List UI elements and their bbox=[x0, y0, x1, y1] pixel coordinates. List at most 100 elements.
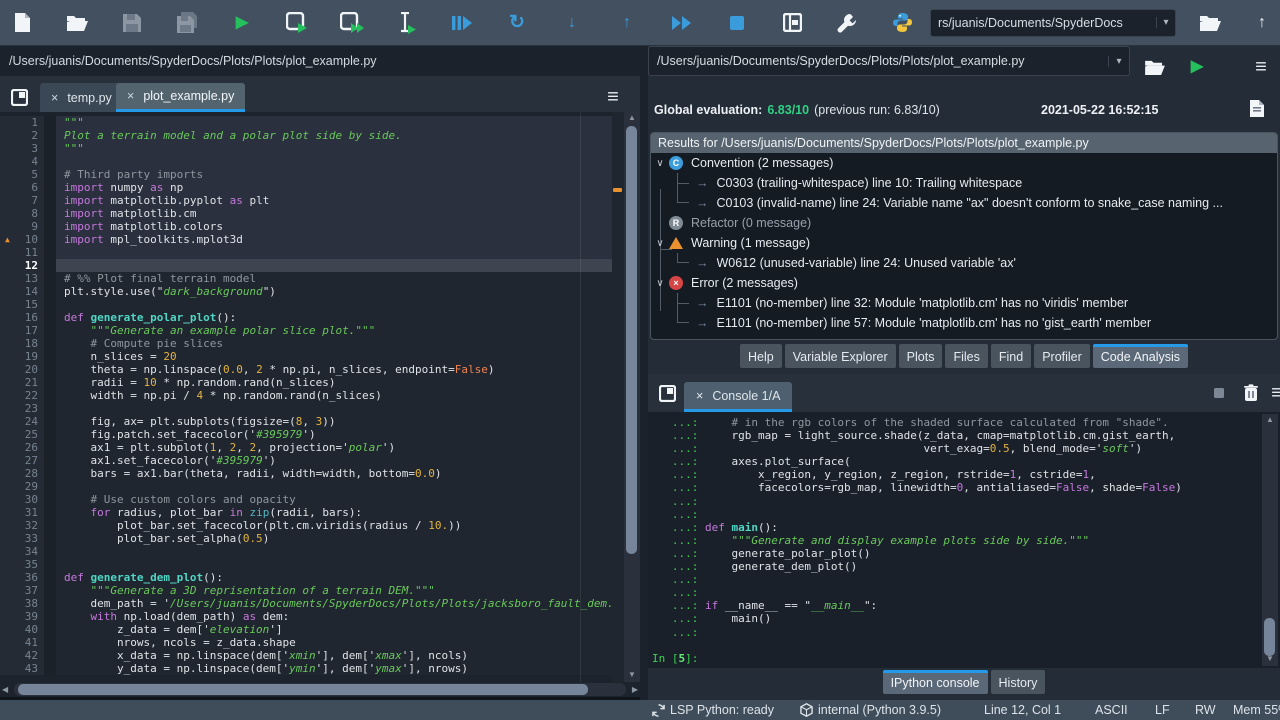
trash-icon[interactable] bbox=[1238, 379, 1264, 405]
eol-status[interactable]: LF bbox=[1155, 700, 1170, 720]
permissions-status[interactable]: RW bbox=[1195, 700, 1216, 720]
bottom-tab-history[interactable]: History bbox=[991, 670, 1046, 694]
input-prompt[interactable]: In [5]: bbox=[652, 652, 698, 665]
code-line[interactable]: 22 width = np.pi / 4 * np.random.rand(n_… bbox=[0, 389, 612, 402]
debug-file-icon[interactable] bbox=[450, 11, 474, 35]
console-vertical-scrollbar[interactable]: ▲ ▼ bbox=[1262, 414, 1278, 666]
scrollbar-handle[interactable] bbox=[1264, 618, 1275, 656]
run-selection-icon[interactable] bbox=[395, 11, 419, 35]
analysis-results-tree[interactable]: Results for /Users/juanis/Documents/Spyd… bbox=[650, 132, 1278, 340]
chevron-down-icon[interactable]: ∨ bbox=[651, 278, 669, 289]
code-line[interactable]: 23 bbox=[0, 402, 612, 415]
code-line[interactable]: 27 ax1.set_facecolor('#395979') bbox=[0, 454, 612, 467]
analysis-options-menu-icon[interactable]: ≡ bbox=[1248, 54, 1274, 80]
code-line[interactable]: 28 bars = ax1.bar(theta, radii, width=wi… bbox=[0, 467, 612, 480]
chevron-down-icon[interactable]: ▾ bbox=[1156, 17, 1175, 28]
tab-temp-py[interactable]: × temp.py bbox=[40, 83, 123, 112]
pane-splitter[interactable] bbox=[640, 46, 648, 700]
maximize-pane-icon[interactable] bbox=[780, 11, 804, 35]
interrupt-kernel-icon[interactable] bbox=[1206, 380, 1232, 406]
scrollbar-handle[interactable] bbox=[18, 684, 588, 695]
code-line[interactable]: 4 bbox=[0, 155, 612, 168]
code-editor[interactable]: 1"""2Plot a terrain model and a polar pl… bbox=[0, 112, 640, 682]
close-icon[interactable]: × bbox=[127, 89, 134, 103]
code-line[interactable]: 21 radii = 10 * np.random.rand(n_slices) bbox=[0, 376, 612, 389]
tab-console-1a[interactable]: × Console 1/A bbox=[684, 382, 792, 412]
browse-tabs-icon[interactable] bbox=[6, 84, 32, 110]
open-file-icon[interactable] bbox=[65, 11, 89, 35]
code-line[interactable]: 8import matplotlib.cm bbox=[0, 207, 612, 220]
tree-message[interactable]: →C0303 (trailing-whitespace) line 10: Tr… bbox=[651, 173, 1277, 193]
chevron-down-icon[interactable]: ∨ bbox=[651, 158, 669, 169]
scrollbar-handle[interactable] bbox=[626, 126, 637, 554]
encoding-status[interactable]: ASCII bbox=[1095, 700, 1128, 720]
scroll-down-icon[interactable]: ▼ bbox=[624, 669, 640, 681]
panel-tab-files[interactable]: Files bbox=[945, 344, 987, 368]
save-all-icon[interactable] bbox=[175, 11, 199, 35]
code-line[interactable]: 34 bbox=[0, 545, 612, 558]
run-cell-icon[interactable] bbox=[285, 11, 309, 35]
chevron-down-icon[interactable]: ▾ bbox=[1108, 56, 1129, 67]
parent-directory-up-icon[interactable]: ↑ bbox=[1250, 11, 1274, 35]
panel-tab-code-analysis[interactable]: Code Analysis bbox=[1093, 344, 1188, 368]
code-line[interactable]: 33 plot_bar.set_alpha(0.5) bbox=[0, 532, 612, 545]
console-options-menu-icon[interactable]: ≡ bbox=[1264, 380, 1280, 406]
tree-group-convention[interactable]: ∨CConvention (2 messages) bbox=[651, 153, 1277, 173]
continue-icon[interactable] bbox=[670, 11, 694, 35]
code-line[interactable]: 43 y_data = np.linspace(dem['ymin'], dem… bbox=[0, 662, 612, 675]
code-line[interactable]: ▲10import mpl_toolkits.mplot3d bbox=[0, 233, 612, 246]
tree-group-warning[interactable]: ∨Warning (1 message) bbox=[651, 233, 1277, 253]
browse-workdir-folder-icon[interactable] bbox=[1198, 11, 1222, 35]
close-icon[interactable]: × bbox=[51, 91, 58, 105]
code-line[interactable]: 13# %% Plot final terrain model bbox=[0, 272, 612, 285]
editor-horizontal-scrollbar[interactable]: ◀ ▶ bbox=[0, 682, 640, 697]
code-line[interactable]: 39 with np.load(dem_path) as dem: bbox=[0, 610, 612, 623]
code-line[interactable]: 15 bbox=[0, 298, 612, 311]
new-file-icon[interactable] bbox=[10, 11, 34, 35]
analysis-file-combobox[interactable]: /Users/juanis/Documents/SpyderDocs/Plots… bbox=[648, 46, 1130, 76]
run-analysis-icon[interactable]: ▶ bbox=[1184, 54, 1210, 80]
code-line[interactable]: 24 fig, ax= plt.subplots(figsize=(8, 3)) bbox=[0, 415, 612, 428]
code-line[interactable]: 41 nrows, ncols = z_data.shape bbox=[0, 636, 612, 649]
browse-tabs-icon[interactable] bbox=[654, 380, 680, 406]
scroll-up-icon[interactable]: ▲ bbox=[1262, 414, 1278, 426]
tree-message[interactable]: →E1101 (no-member) line 57: Module 'matp… bbox=[651, 313, 1277, 333]
code-line[interactable]: 18 # Compute pie slices bbox=[0, 337, 612, 350]
cursor-position-status[interactable]: Line 12, Col 1 bbox=[984, 700, 1061, 720]
tab-plot-example-py[interactable]: × plot_example.py bbox=[116, 83, 245, 112]
code-line[interactable]: 29 bbox=[0, 480, 612, 493]
step-into-icon[interactable]: ↓ bbox=[560, 11, 584, 35]
code-line[interactable]: 1""" bbox=[0, 116, 612, 129]
code-line[interactable]: 2Plot a terrain model and a polar plot s… bbox=[0, 129, 612, 142]
code-line[interactable]: 40 z_data = dem['elevation'] bbox=[0, 623, 612, 636]
ipython-console[interactable]: ...: # in the rgb colors of the shaded s… bbox=[648, 412, 1280, 668]
lsp-status[interactable]: LSP Python: ready bbox=[652, 700, 774, 720]
report-document-icon[interactable] bbox=[1250, 100, 1264, 117]
tree-message[interactable]: →W0612 (unused-variable) line 24: Unused… bbox=[651, 253, 1277, 273]
code-line[interactable]: 32 plot_bar.set_facecolor(plt.cm.viridis… bbox=[0, 519, 612, 532]
rerun-icon[interactable]: ↻ bbox=[505, 11, 529, 35]
panel-tab-help[interactable]: Help bbox=[740, 344, 782, 368]
chevron-down-icon[interactable]: ∨ bbox=[651, 238, 669, 249]
bottom-tab-ipython-console[interactable]: IPython console bbox=[883, 670, 988, 694]
run-file-icon[interactable]: ▶ bbox=[230, 11, 254, 35]
scroll-right-icon[interactable]: ▶ bbox=[632, 684, 638, 696]
code-line[interactable]: 25 fig.patch.set_facecolor('#395979') bbox=[0, 428, 612, 441]
run-cell-advance-icon[interactable] bbox=[340, 11, 364, 35]
working-directory-combobox[interactable]: rs/juanis/Documents/SpyderDocs ▾ bbox=[930, 9, 1176, 37]
panel-tab-find[interactable]: Find bbox=[991, 344, 1031, 368]
code-line[interactable]: 17 """Generate an example polar slice pl… bbox=[0, 324, 612, 337]
memory-status[interactable]: Mem 55% bbox=[1233, 700, 1280, 720]
code-line[interactable]: 3""" bbox=[0, 142, 612, 155]
code-line[interactable]: 26 ax1 = plt.subplot(1, 2, 2, projection… bbox=[0, 441, 612, 454]
code-line[interactable]: 19 n_slices = 20 bbox=[0, 350, 612, 363]
editor-options-menu-icon[interactable]: ≡ bbox=[600, 84, 626, 110]
python-logo-icon[interactable] bbox=[890, 11, 914, 35]
code-line[interactable]: 38 dem_path = '/Users/juanis/Documents/S… bbox=[0, 597, 612, 610]
analysis-browse-file-icon[interactable] bbox=[1142, 54, 1168, 80]
code-line[interactable]: 42 x_data = np.linspace(dem['xmin'], dem… bbox=[0, 649, 612, 662]
code-line[interactable]: 16def generate_polar_plot(): bbox=[0, 311, 612, 324]
scroll-up-icon[interactable]: ▲ bbox=[624, 112, 640, 124]
code-line[interactable]: 9import matplotlib.colors bbox=[0, 220, 612, 233]
code-line[interactable]: 6import numpy as np bbox=[0, 181, 612, 194]
